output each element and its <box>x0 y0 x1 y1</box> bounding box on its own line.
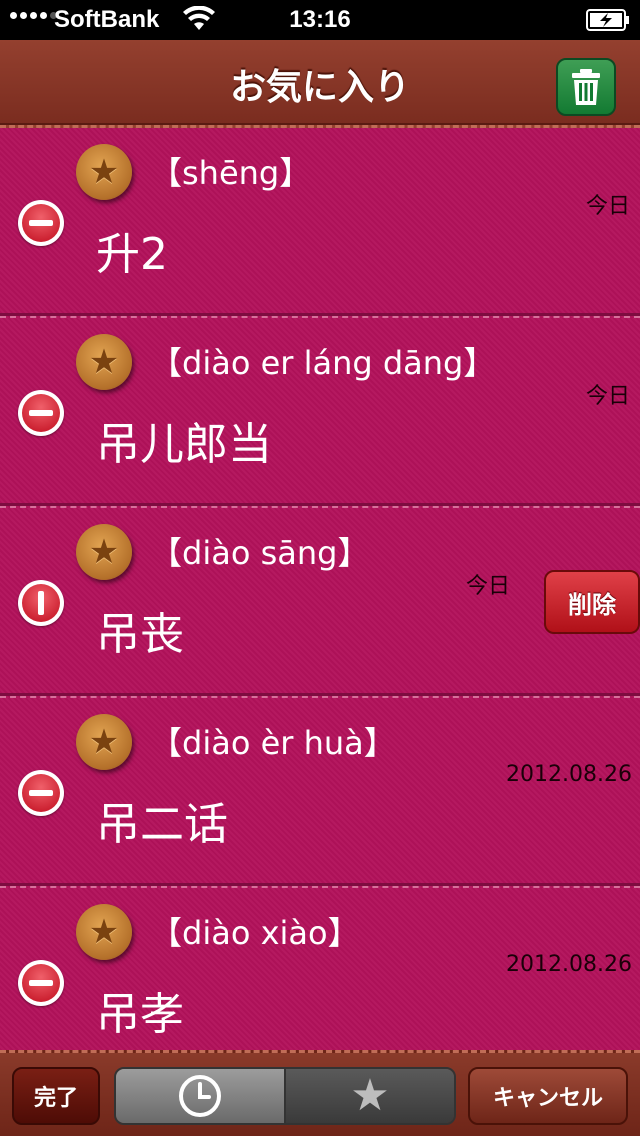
entry-date: 今日 <box>586 384 631 409</box>
entry-hanzi: 吊孝 <box>96 989 184 1040</box>
entry-pinyin: 【diào sāng】 <box>150 534 370 572</box>
clock-time: 13:16 <box>289 6 351 33</box>
row-delete-button[interactable]: 削除 <box>544 570 640 634</box>
delete-toggle-button[interactable] <box>18 200 64 246</box>
clock-icon <box>179 1075 221 1117</box>
page-title: お気に入り <box>229 67 410 108</box>
entry-hanzi: 吊儿郎当 <box>96 419 272 470</box>
entry-pinyin: 【diào èr huà】 <box>150 724 396 762</box>
list-item[interactable]: ★ 【shēng】 升2 今日 <box>0 128 640 318</box>
entry-pinyin: 【diào er láng dāng】 <box>150 344 496 382</box>
delete-toggle-button[interactable] <box>18 960 64 1006</box>
navigation-bar: お気に入り <box>0 40 640 128</box>
bottom-toolbar: 完了 ★ キャンセル <box>0 1050 640 1136</box>
star-icon: ★ <box>350 1070 390 1121</box>
entry-pinyin: 【diào xiào】 <box>150 914 360 952</box>
entry-hanzi: 吊二话 <box>96 799 228 850</box>
list-item[interactable]: ★ 【diào sāng】 吊丧 今日 削除 <box>0 508 640 698</box>
done-button[interactable]: 完了 <box>12 1067 100 1125</box>
entry-pinyin: 【shēng】 <box>150 154 312 192</box>
star-badge-icon: ★ <box>76 524 132 580</box>
star-badge-icon: ★ <box>76 334 132 390</box>
delete-toggle-button[interactable] <box>18 390 64 436</box>
list-item[interactable]: ★ 【diào xiào】 吊孝 2012.08.26 <box>0 888 640 1050</box>
list-item[interactable]: ★ 【diào er láng dāng】 吊儿郎当 今日 <box>0 318 640 508</box>
segment-favorites[interactable]: ★ <box>286 1069 454 1123</box>
list-item[interactable]: ★ 【diào èr huà】 吊二话 2012.08.26 <box>0 698 640 888</box>
star-badge-icon: ★ <box>76 904 132 960</box>
cancel-button[interactable]: キャンセル <box>468 1067 628 1125</box>
entry-hanzi: 升2 <box>96 229 168 280</box>
status-bar: SoftBank 13:16 <box>0 0 640 40</box>
favorites-list: ★ 【shēng】 升2 今日 ★ 【diào er láng dāng】 吊儿… <box>0 128 640 1050</box>
entry-date: 今日 <box>466 574 511 599</box>
trash-icon <box>572 69 600 105</box>
entry-date: 2012.08.26 <box>506 762 632 787</box>
battery-charging-icon <box>586 9 629 31</box>
segment-history[interactable] <box>116 1069 286 1123</box>
delete-toggle-button[interactable] <box>18 770 64 816</box>
entry-hanzi: 吊丧 <box>96 609 184 660</box>
delete-toggle-button[interactable] <box>18 580 64 626</box>
view-segmented-control: ★ <box>114 1067 456 1125</box>
star-badge-icon: ★ <box>76 714 132 770</box>
star-badge-icon: ★ <box>76 144 132 200</box>
trash-button[interactable] <box>556 58 616 116</box>
entry-date: 今日 <box>586 194 631 219</box>
entry-date: 2012.08.26 <box>506 952 632 977</box>
